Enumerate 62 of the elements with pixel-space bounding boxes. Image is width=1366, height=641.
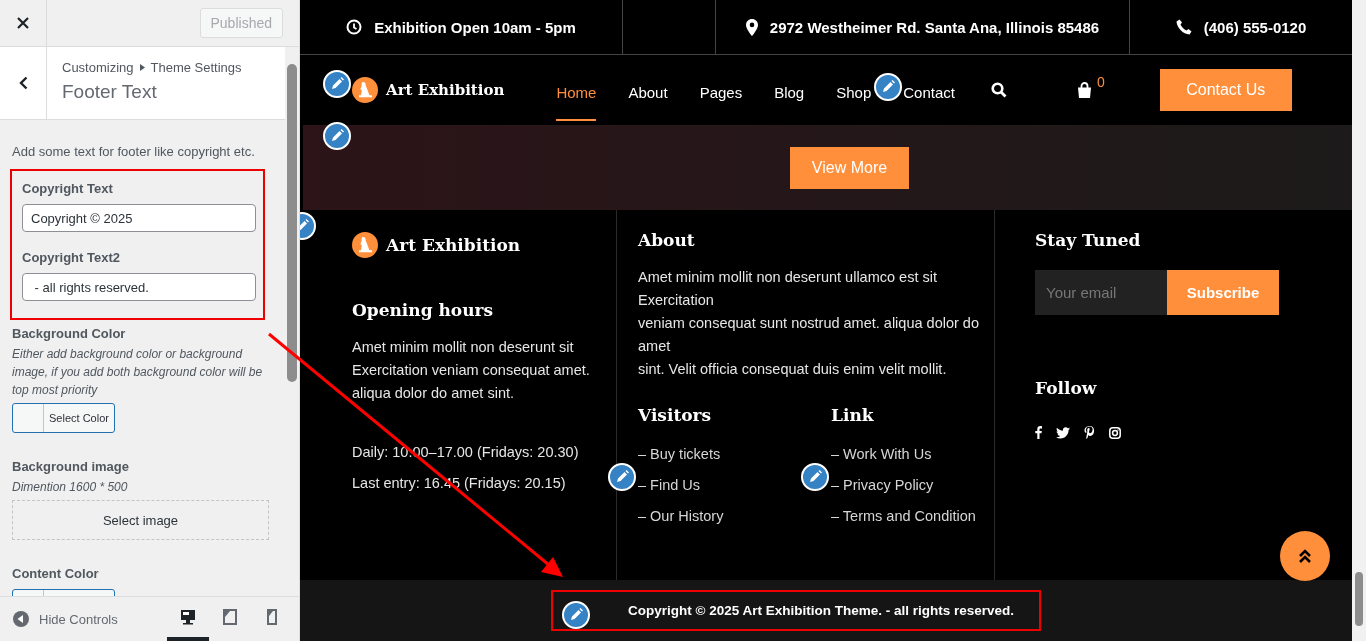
field-label: Background Color	[12, 326, 127, 341]
desktop-icon[interactable]	[180, 609, 196, 625]
footer-link[interactable]: – Terms and Condition	[831, 505, 982, 528]
site-logo-text[interactable]: Art Exhibition	[386, 81, 505, 99]
section-heading: Stay Tuned	[1035, 230, 1142, 250]
tablet-icon[interactable]	[223, 609, 237, 625]
footer-logo-icon	[352, 232, 378, 258]
twitter-icon[interactable]	[1056, 426, 1070, 439]
field-description: Dimention 1600 * 500	[12, 479, 129, 496]
pinterest-icon[interactable]	[1084, 426, 1095, 439]
footer-logo-text: Art Exhibition	[386, 235, 521, 255]
nav-link[interactable]: Shop	[836, 63, 872, 121]
contact-info-text: 2972 Westheimer Rd. Santa Ana, Illinois 85486	[769, 18, 1100, 36]
contact-info-text: (406) 555-0120	[1203, 18, 1307, 36]
field-label: Background image	[12, 459, 131, 474]
section-heading: Opening hours	[352, 300, 495, 320]
breadcrumb-separator-icon	[139, 64, 145, 71]
logo-icon	[352, 77, 378, 103]
search-icon[interactable]	[990, 82, 1007, 98]
nav-link[interactable]: Contact	[903, 63, 955, 121]
section-heading: Visitors	[638, 405, 712, 425]
nav-link[interactable]: About	[628, 63, 668, 121]
nav-link[interactable]: Pages	[699, 63, 743, 121]
select-image-button[interactable]: Select image	[12, 500, 269, 540]
copyright-text: Copyright © 2025 Art Exhibition Theme. - all rights reserved.	[551, 590, 1041, 631]
phone-icon	[1175, 19, 1192, 35]
collapse-icon[interactable]	[13, 611, 29, 627]
nav-link[interactable]: Home	[556, 63, 597, 121]
paragraph: sint. Velit officia consequat duis enim velit mollit.	[638, 360, 948, 379]
footer-link[interactable]: – Find Us	[638, 474, 831, 497]
text-field[interactable]: - all rights reserved.	[22, 273, 256, 301]
field-label: Copyright Text2	[22, 250, 121, 265]
field-label: Copyright Text	[22, 181, 114, 196]
instagram-icon[interactable]	[1109, 426, 1121, 439]
contact-info-text: Exhibition Open 10am - 5pm	[374, 18, 576, 36]
section-heading: About	[638, 230, 696, 250]
footer-link[interactable]: – Our History	[638, 505, 831, 528]
field-description: Either add background color or background image, if you add both background color will be top most priority	[12, 346, 264, 399]
panel-description: Add some text for footer like copyright etc.	[12, 144, 256, 159]
facebook-icon[interactable]	[1035, 426, 1042, 439]
cart-count: 0	[1096, 74, 1105, 90]
shopping-bag-icon[interactable]	[1076, 82, 1092, 98]
double-chevron-up-icon[interactable]	[1298, 548, 1312, 564]
footer-link[interactable]: – Privacy Policy	[831, 474, 982, 497]
field-label: Content Color	[12, 566, 100, 581]
select-color-button[interactable]: Select Color	[12, 403, 115, 433]
paragraph: Amet minim mollit non deserunt sit Exercitation veniam consequat amet. aliqua dolor do amet sint.	[352, 338, 591, 403]
hide-controls-button[interactable]: Hide Controls	[13, 611, 118, 627]
clock-icon	[346, 19, 363, 35]
breadcrumb-section: Theme Settings	[150, 60, 242, 75]
location-pin-icon	[745, 18, 758, 36]
email-field[interactable]: Your email	[1035, 270, 1167, 315]
section-heading: Link	[831, 405, 874, 425]
text-field[interactable]: Copyright © 2025	[22, 204, 256, 232]
mobile-icon[interactable]	[267, 609, 277, 625]
pencil-icon[interactable]	[300, 212, 316, 240]
nav-link[interactable]: Blog	[774, 63, 805, 121]
footer-link[interactable]: – Work With Us	[831, 443, 982, 466]
footer-link[interactable]: – Buy tickets	[638, 443, 831, 466]
scrollbar[interactable]	[1352, 0, 1366, 641]
panel-title: Footer Text	[62, 81, 158, 103]
section-heading: Follow	[1035, 378, 1098, 398]
